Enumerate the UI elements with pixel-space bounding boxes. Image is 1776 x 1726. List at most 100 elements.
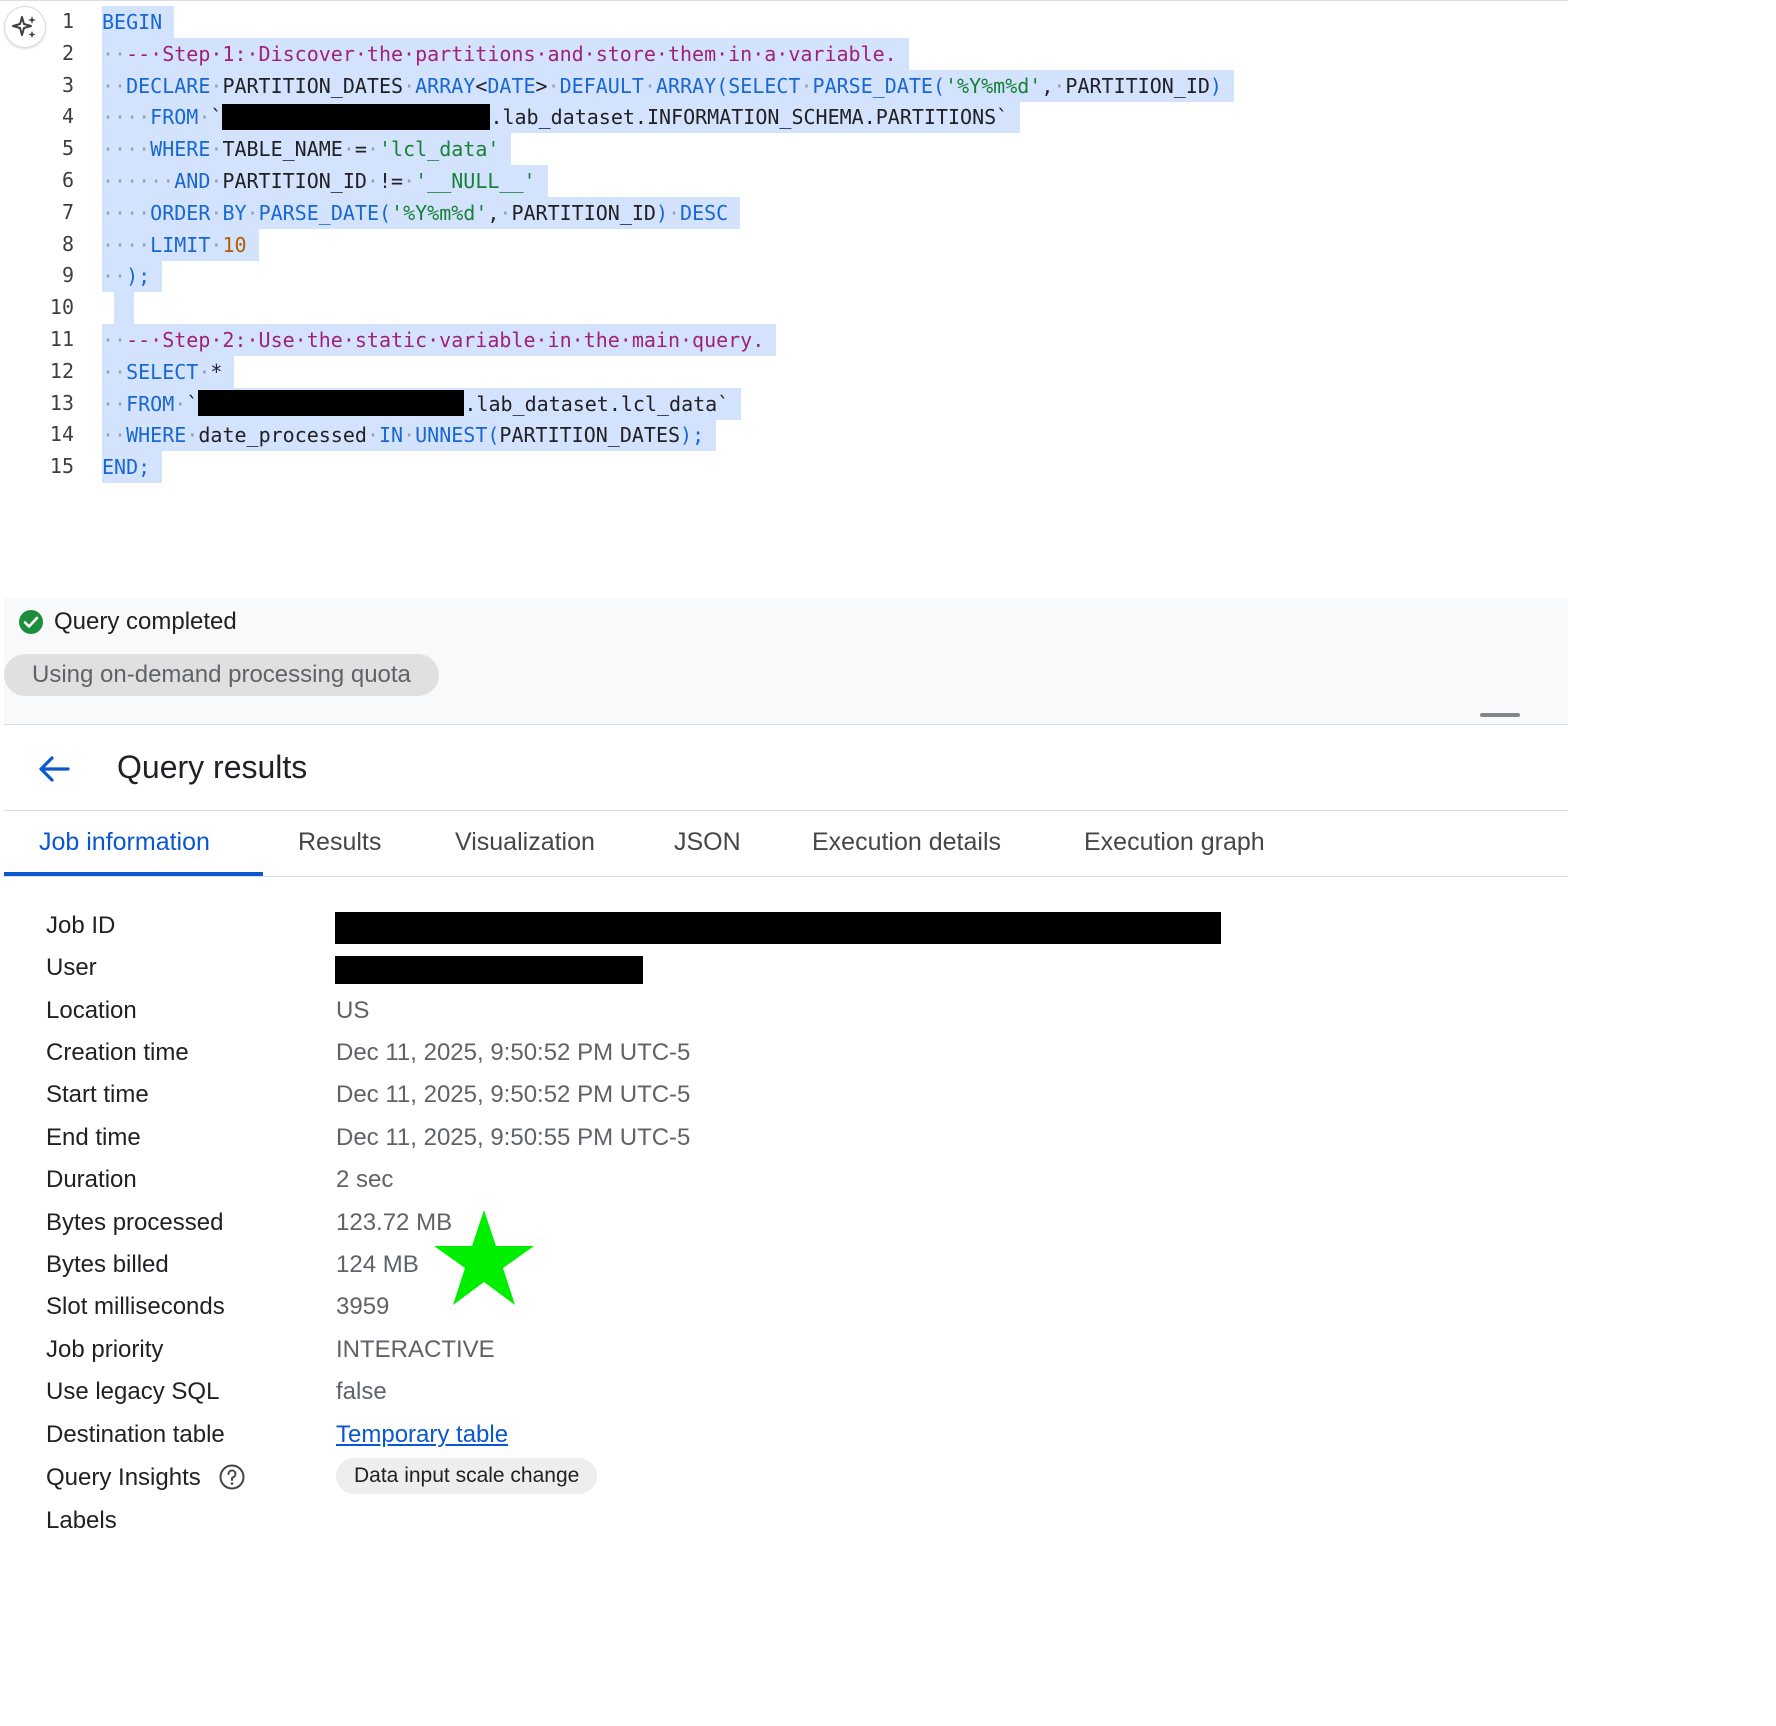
- start-time-label: Start time: [46, 1081, 149, 1108]
- code-token: PARSE_DATE(: [812, 73, 945, 98]
- code-text: ····FROM·` .lab_dataset.INFORMATION_SCHEM…: [102, 101, 1021, 134]
- slot-ms-label: Slot milliseconds: [46, 1293, 225, 1320]
- bytes-billed-value: 124 MB: [336, 1251, 419, 1278]
- user-label: User: [46, 954, 97, 981]
- destination-table-label: Destination table: [46, 1421, 225, 1448]
- redacted-job-id: [335, 912, 1221, 944]
- code-text: ··);: [102, 260, 163, 293]
- code-token: ····: [102, 200, 151, 225]
- code-text: ····LIMIT·10: [102, 228, 259, 261]
- tab-execution-graph[interactable]: Execution graph: [1084, 828, 1265, 857]
- slot-ms-row: Slot milliseconds 3959: [4, 1287, 1568, 1327]
- results-tabs: Job information Results Visualization JS…: [4, 812, 1568, 877]
- job-id-label: Job ID: [46, 912, 116, 939]
- code-token: ORDER: [150, 200, 211, 225]
- user-row: User: [4, 948, 1568, 988]
- code-token: FROM: [126, 391, 175, 416]
- data-input-scale-chip[interactable]: Data input scale change: [336, 1458, 598, 1494]
- code-line[interactable]: 14 ··WHERE·date_processed·IN·UNNEST(PARTI…: [4, 419, 1568, 452]
- code-line[interactable]: 1 BEGIN: [4, 6, 1568, 38]
- line-number: 6: [61, 168, 74, 192]
- code-text: ······AND·PARTITION_ID·!=·'__NULL__': [102, 165, 548, 197]
- redacted-project-id: [222, 103, 491, 130]
- tab-job-information[interactable]: Job information: [39, 828, 210, 857]
- bytes-billed-row: Bytes billed 124 MB: [4, 1245, 1568, 1285]
- tab-json[interactable]: JSON: [674, 828, 741, 857]
- bytes-processed-row: Bytes processed 123.72 MB: [4, 1203, 1568, 1243]
- code-text: ··SELECT·*: [102, 355, 235, 388]
- destination-table-row: Destination table Temporary table: [4, 1415, 1568, 1455]
- code-token: ·: [174, 391, 187, 416]
- code-line[interactable]: 7 ····ORDER·BY·PARSE_DATE('%Y%m%d',·PARTI…: [4, 196, 1568, 229]
- line-number: 10: [49, 295, 74, 320]
- code-token: PARTITION_DATES: [499, 423, 681, 448]
- code-token: '%Y%m%d': [944, 73, 1042, 98]
- code-line[interactable]: 4 ····FROM·` .lab_dataset.INFORMATION_SCHE…: [4, 101, 1568, 134]
- duration-value: 2 sec: [336, 1166, 394, 1193]
- code-text: [114, 292, 134, 325]
- creation-time-row: Creation time Dec 11, 2025, 9:50:52 PM U…: [4, 1033, 1568, 1073]
- job-id-row: Job ID: [4, 906, 1568, 946]
- code-token: ·: [668, 200, 681, 225]
- code-token: BEGIN: [102, 10, 163, 34]
- tab-execution-details[interactable]: Execution details: [812, 828, 1001, 857]
- code-line[interactable]: 9 ··);: [4, 260, 1568, 293]
- code-token: ·: [366, 423, 379, 448]
- code-line[interactable]: 10: [4, 292, 1568, 325]
- code-token: ·: [499, 200, 512, 225]
- code-line[interactable]: 15 END;: [4, 451, 1568, 484]
- code-token: WHERE: [150, 137, 211, 162]
- code-text: ··FROM·` .lab_dataset.lcl_data`: [102, 387, 742, 420]
- code-line[interactable]: 2 ··--·Step·1:·Discover·the·partitions·an…: [4, 37, 1568, 70]
- code-token: --·Step·1:·Discover·the·partitions·and·s…: [126, 41, 897, 66]
- end-time-row: End time Dec 11, 2025, 9:50:55 PM UTC-5: [4, 1118, 1568, 1158]
- code-line[interactable]: 6 ······AND·PARTITION_ID·!=·'__NULL__': [4, 165, 1568, 197]
- code-token: ·: [210, 232, 223, 257]
- status-row: Query completed: [18, 608, 237, 636]
- code-token: ·: [366, 137, 379, 162]
- sparkle-icon: [12, 16, 36, 38]
- code-line[interactable]: 5 ····WHERE·TABLE_NAME·=·'lcl_data': [4, 133, 1568, 166]
- code-token: ·: [643, 73, 656, 98]
- code-line[interactable]: 8 ····LIMIT·10: [4, 228, 1568, 261]
- query-status-panel: Query completed Using on-demand processi…: [4, 598, 1568, 724]
- code-token: ): [1209, 73, 1222, 98]
- code-line[interactable]: 3 ··DECLARE·PARTITION_DATES·ARRAY<DATE>·D…: [4, 69, 1568, 102]
- code-token: ··: [102, 264, 127, 289]
- code-token: >: [535, 73, 548, 98]
- job-information-panel: Job ID User Location US Creation time De…: [4, 878, 1568, 1534]
- temporary-table-link[interactable]: Temporary table: [336, 1421, 508, 1449]
- resize-handle[interactable]: [1480, 713, 1520, 717]
- code-token: date_processed: [198, 423, 367, 448]
- code-token: ·: [246, 200, 259, 225]
- slot-ms-value: 3959: [336, 1293, 390, 1320]
- labels-label: Labels: [46, 1507, 117, 1534]
- code-line[interactable]: 13 ··FROM·` .lab_dataset.lcl_data`: [4, 387, 1568, 420]
- creation-time-label: Creation time: [46, 1039, 189, 1066]
- tab-visualization[interactable]: Visualization: [455, 828, 595, 857]
- legacy-sql-value: false: [336, 1378, 387, 1405]
- arrow-back-icon[interactable]: [34, 749, 74, 789]
- sql-editor[interactable]: 1 BEGIN 2 ··--·Step·1:·Discover·the·partiti…: [4, 6, 1568, 596]
- ai-assist-button[interactable]: [4, 6, 46, 48]
- code-token: <: [475, 73, 488, 98]
- help-circle-icon[interactable]: [219, 1464, 245, 1490]
- code-token: DEFAULT: [559, 73, 644, 98]
- start-time-row: Start time Dec 11, 2025, 9:50:52 PM UTC-…: [4, 1075, 1568, 1115]
- bytes-processed-label: Bytes processed: [46, 1209, 224, 1236]
- code-token: PARTITION_ID: [1065, 73, 1210, 98]
- code-text: ··DECLARE·PARTITION_DATES·ARRAY<DATE>·DE…: [102, 69, 1234, 102]
- star-icon: [434, 1210, 534, 1305]
- code-line[interactable]: 11 ··--·Step·2:·Use·the·static·variable·i…: [4, 324, 1568, 356]
- code-token: ,: [487, 200, 500, 225]
- code-token: !=: [378, 169, 404, 193]
- code-token: ·: [403, 423, 416, 448]
- code-token: .lab_dataset.INFORMATION_SCHEMA.PARTITIO…: [490, 105, 1009, 130]
- start-time-value: Dec 11, 2025, 9:50:52 PM UTC-5: [336, 1081, 691, 1108]
- code-token: WHERE: [126, 423, 187, 448]
- code-text: ····WHERE·TABLE_NAME·=·'lcl_data': [102, 133, 512, 166]
- query-insights-label-group: Query Insights: [46, 1464, 245, 1492]
- code-text: END;: [102, 451, 163, 484]
- code-line[interactable]: 12 ··SELECT·*: [4, 355, 1568, 388]
- tab-results[interactable]: Results: [298, 828, 381, 857]
